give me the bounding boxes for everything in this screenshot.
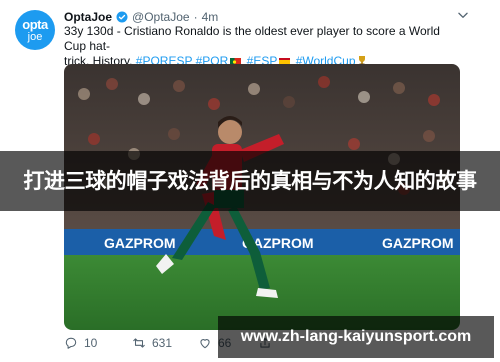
verified-icon	[116, 11, 128, 23]
title-banner: 打进三球的帽子戏法背后的真相与不为人知的故事	[0, 151, 500, 211]
tweet-header: OptaJoe @OptaJoe · 4m	[64, 10, 218, 24]
watermark: www.zh-lang-kaiyunsport.com	[218, 316, 494, 358]
avatar-text-top: opta	[22, 16, 48, 32]
display-name[interactable]: OptaJoe	[64, 10, 112, 24]
timestamp[interactable]: 4m	[202, 10, 219, 24]
reply-button[interactable]: 10	[64, 336, 132, 350]
banner-title: 打进三球的帽子戏法背后的真相与不为人知的故事	[23, 169, 477, 193]
ad-board-1: GAZPROM	[104, 235, 176, 251]
handle[interactable]: @OptaJoe	[132, 10, 190, 24]
retweet-button[interactable]: 631	[132, 336, 198, 350]
heart-icon	[200, 339, 210, 349]
ad-board-3: GAZPROM	[382, 235, 454, 251]
tweet-text-line1: 33y 130d - Cristiano Ronaldo is the olde…	[64, 24, 440, 53]
chevron-down-icon[interactable]	[456, 8, 470, 22]
reply-count: 10	[84, 336, 98, 350]
tweet-text: 33y 130d - Cristiano Ronaldo is the olde…	[64, 24, 454, 69]
reply-icon	[65, 337, 77, 349]
retweet-icon	[133, 338, 145, 348]
retweet-count: 631	[152, 336, 173, 350]
avatar[interactable]: opta joe	[15, 10, 55, 50]
separator-dot: ·	[193, 10, 198, 24]
avatar-text-bottom: joe	[27, 30, 43, 43]
